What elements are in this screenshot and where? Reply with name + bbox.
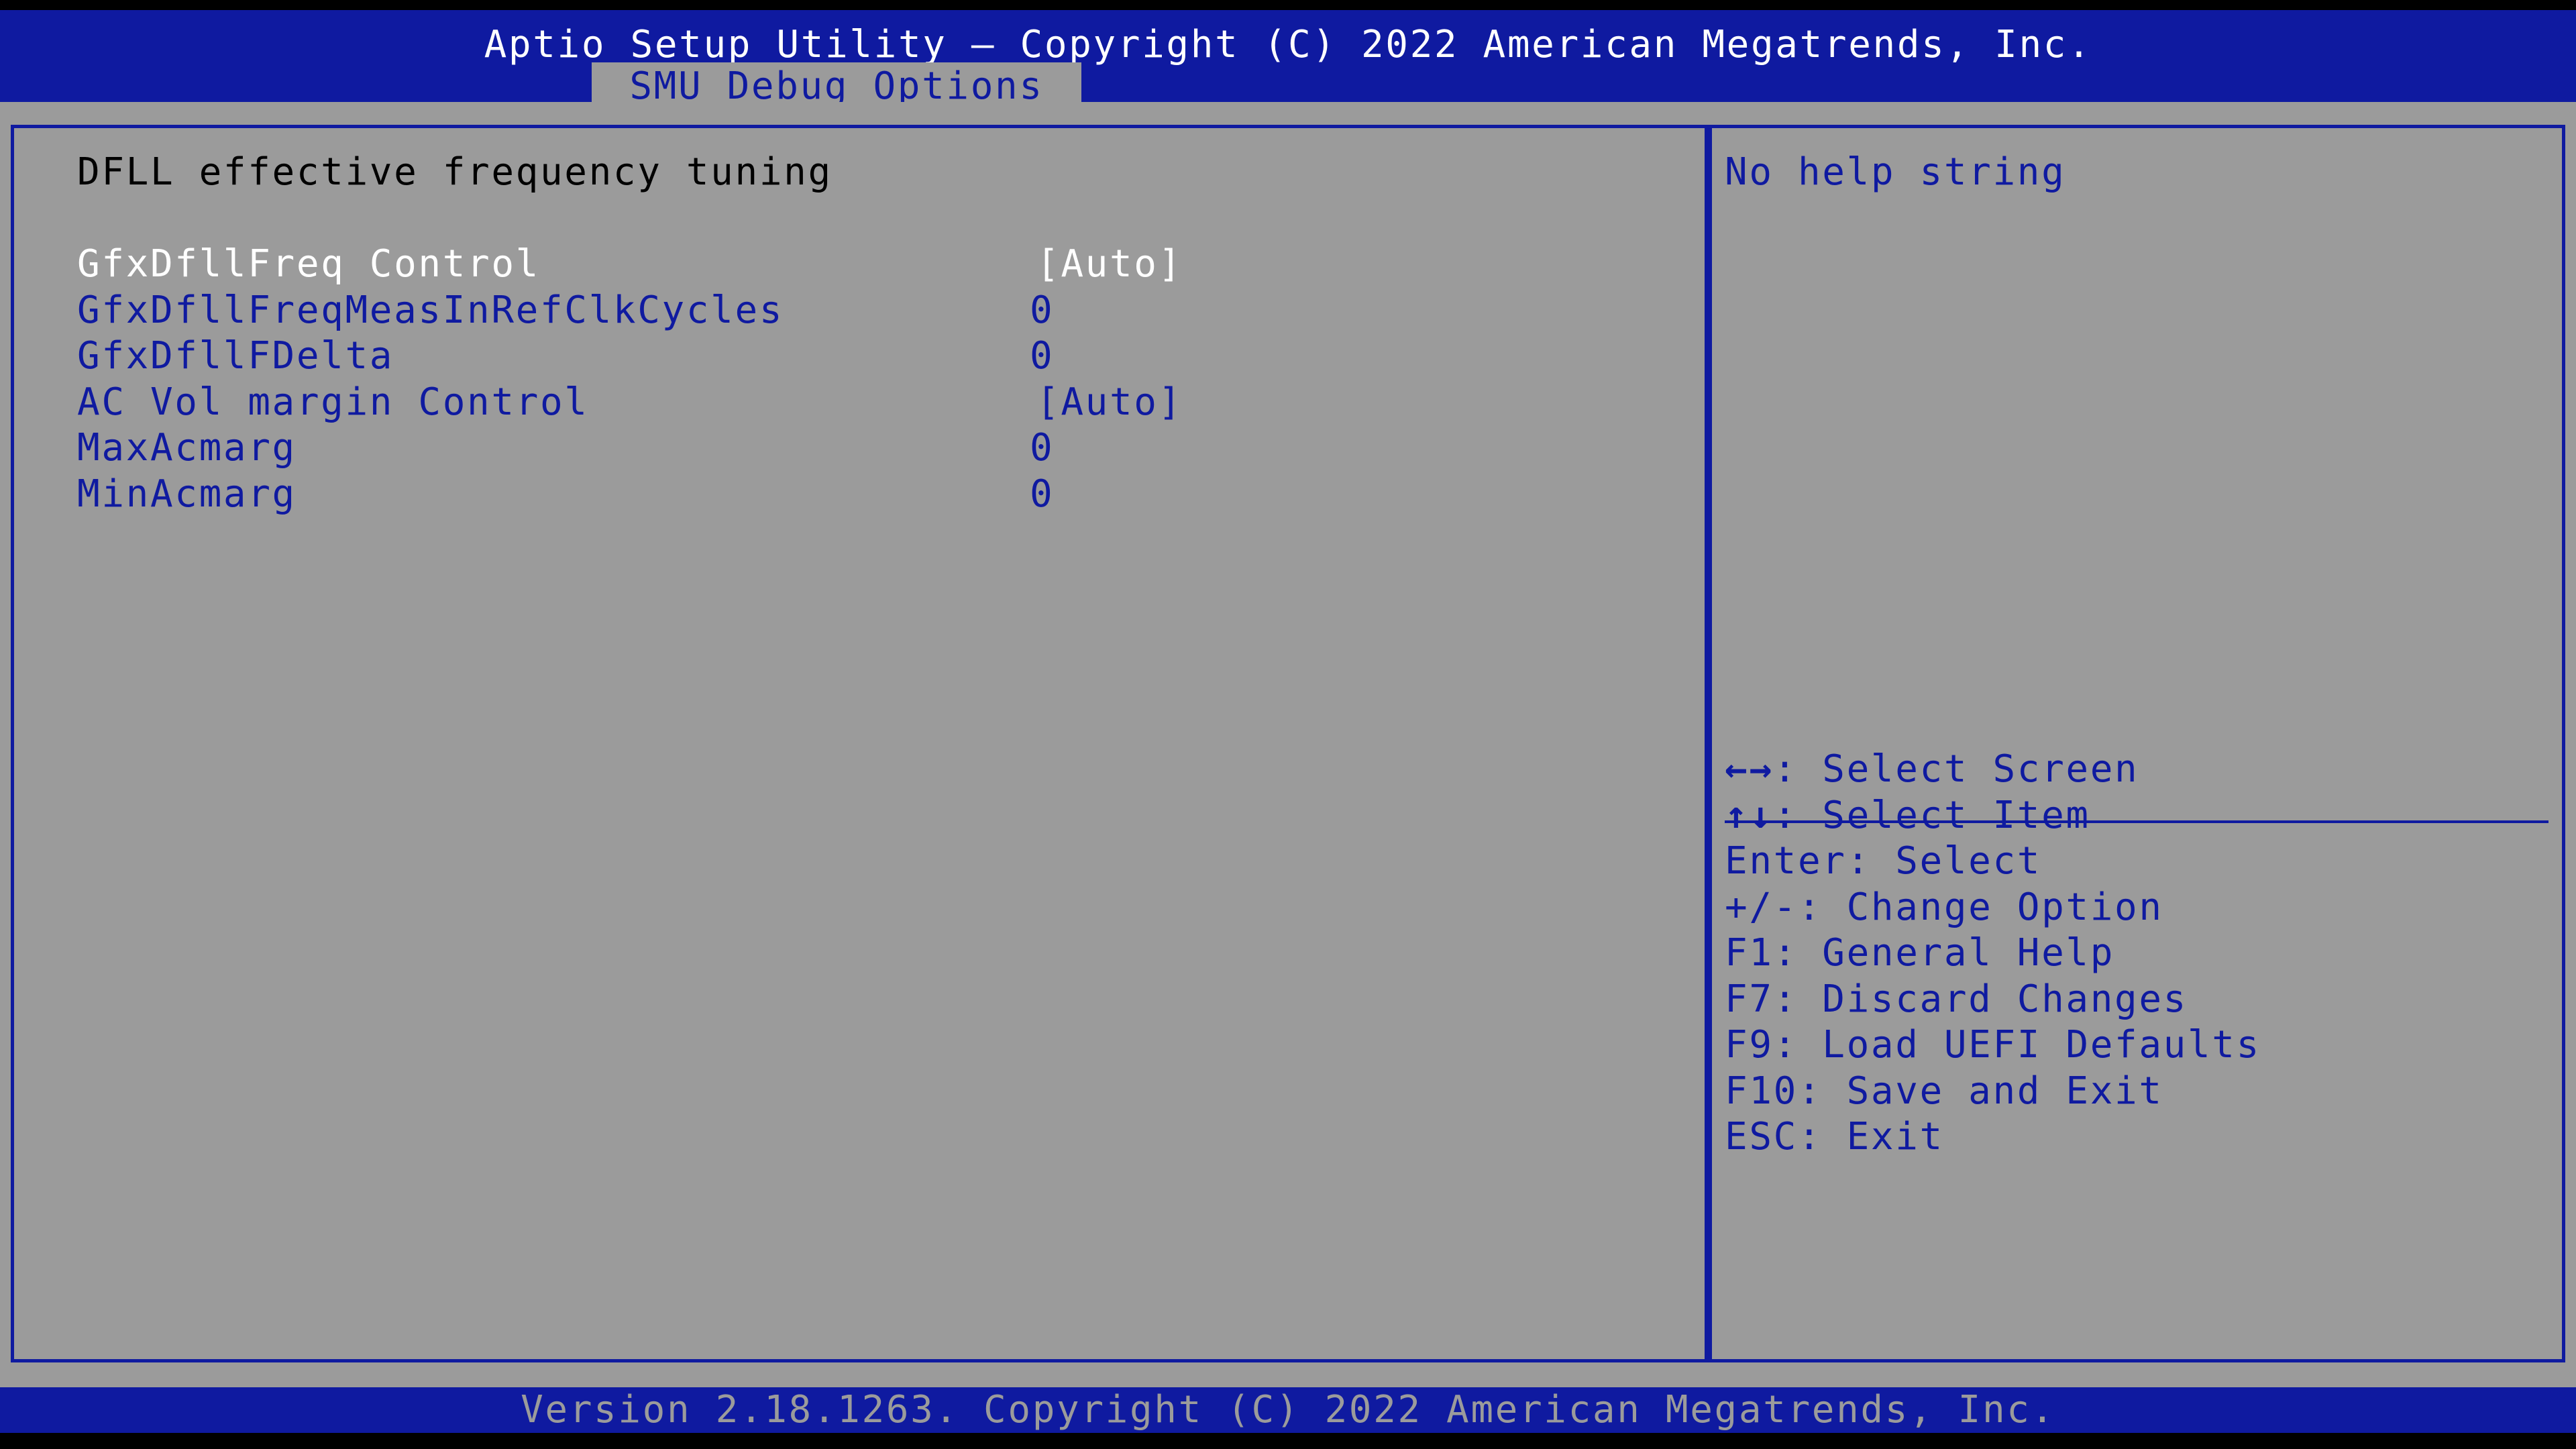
footer-version: Version 2.18.1263. Copyright (C) 2022 Am…	[521, 1388, 2055, 1432]
setting-value[interactable]: 0	[1030, 288, 1054, 333]
keyhelp-key: F10	[1725, 1069, 1798, 1113]
setting-label: GfxDfllFreq Control	[77, 242, 540, 286]
setting-label: GfxDfllFreqMeasInRefClkCycles	[77, 288, 784, 332]
keyhelp-key: F9	[1725, 1023, 1774, 1067]
help-text: No help string	[1725, 150, 2066, 194]
keyhelp-line: F9: Load UEFI Defaults	[1725, 1022, 2261, 1068]
keyhelp-line: F7: Discard Changes	[1725, 977, 2188, 1022]
header-bar: Aptio Setup Utility – Copyright (C) 2022…	[0, 10, 2576, 112]
header-title: Aptio Setup Utility – Copyright (C) 2022…	[484, 23, 2092, 66]
keyhelp-desc: : Save and Exit	[1797, 1069, 2163, 1113]
bios-screen: Aptio Setup Utility – Copyright (C) 2022…	[0, 0, 2576, 1449]
keyhelp-line: ↑↓: Select Item	[1725, 793, 2090, 839]
keyhelp-key: +/-	[1725, 885, 1798, 929]
setting-label: MaxAcmarg	[77, 426, 297, 470]
keyhelp-key: F7	[1725, 977, 1774, 1021]
keyhelp-line: F1: General Help	[1725, 930, 2114, 976]
keyhelp-desc: : General Help	[1773, 931, 2115, 975]
keyhelp-line: ESC: Exit	[1725, 1114, 1944, 1160]
keyhelp-key: ESC	[1725, 1115, 1798, 1159]
keyhelp-desc: : Select Screen	[1773, 747, 2139, 791]
keyhelp-line: ←→: Select Screen	[1725, 747, 2139, 792]
keyhelp-line: +/-: Change Option	[1725, 885, 2163, 930]
section-heading: DFLL effective frequency tuning	[77, 150, 833, 194]
setting-label: MinAcmarg	[77, 472, 297, 516]
arrows-up-down-icon: ↑↓	[1725, 794, 1774, 837]
setting-label: GfxDfllFDelta	[77, 334, 394, 378]
keyhelp-desc: : Select Item	[1773, 794, 2090, 837]
setting-value[interactable]: [Auto]	[1036, 380, 1183, 425]
setting-value[interactable]: [Auto]	[1036, 241, 1183, 287]
setting-value[interactable]: 0	[1030, 333, 1054, 379]
keyhelp-key: Enter	[1725, 839, 1847, 883]
keyhelp-desc: : Select	[1846, 839, 2042, 883]
keyhelp-desc: : Discard Changes	[1773, 977, 2188, 1021]
keyhelp-key: F1	[1725, 931, 1774, 975]
keyhelp-desc: : Change Option	[1797, 885, 2163, 929]
keyhelp-line: F10: Save and Exit	[1725, 1069, 2163, 1114]
keyhelp-line: Enter: Select	[1725, 839, 2041, 884]
keyhelp-desc: : Load UEFI Defaults	[1773, 1023, 2261, 1067]
keyhelp-desc: : Exit	[1797, 1115, 1944, 1159]
arrows-left-right-icon: ←→	[1725, 747, 1774, 791]
setting-value[interactable]: 0	[1030, 472, 1054, 517]
setting-value[interactable]: 0	[1030, 425, 1054, 471]
help-panel	[1708, 125, 2565, 1362]
setting-label: AC Vol margin Control	[77, 380, 589, 424]
